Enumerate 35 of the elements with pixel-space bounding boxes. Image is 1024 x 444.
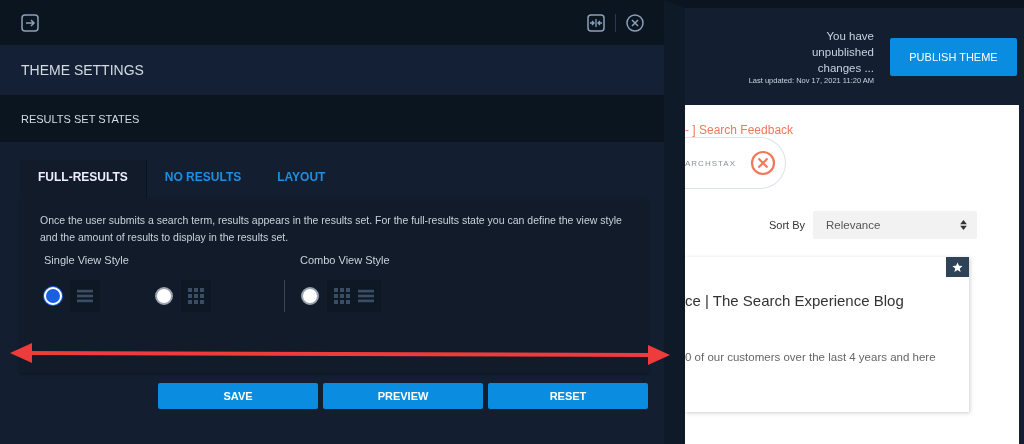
- sort-select[interactable]: Relevance: [813, 211, 977, 239]
- tab[interactable]: FULL-RESULTS: [20, 160, 147, 198]
- star-icon: [952, 261, 963, 273]
- view-style-tile[interactable]: [181, 280, 211, 312]
- collapse-icon[interactable]: [587, 13, 605, 32]
- list-icon: [358, 288, 374, 304]
- logo-text: ARCHSTAX: [685, 158, 736, 168]
- view-style-tile[interactable]: [327, 280, 381, 312]
- panel-title: THEME SETTINGS: [21, 62, 144, 78]
- radio-button[interactable]: [301, 287, 319, 305]
- action-button[interactable]: RESET: [488, 383, 648, 409]
- action-button[interactable]: SAVE: [158, 383, 318, 409]
- radio-button[interactable]: [155, 287, 173, 305]
- action-button[interactable]: PREVIEW: [323, 383, 483, 409]
- sign-in-icon[interactable]: [21, 13, 39, 32]
- publish-button[interactable]: PUBLISH THEME: [890, 37, 1017, 76]
- result-title[interactable]: ce | The Search Experience Blog: [685, 292, 969, 309]
- close-icon[interactable]: [626, 13, 644, 32]
- grid-icon: [188, 288, 204, 304]
- feedback-link[interactable]: - ] Search Feedback: [685, 123, 1019, 137]
- section-title: RESULTS SET STATES: [21, 112, 140, 125]
- unpublished-status: You have unpublished changes ...: [810, 29, 874, 76]
- list-icon: [77, 288, 93, 304]
- clear-icon[interactable]: [749, 150, 776, 176]
- group-label: Combo View Style: [300, 254, 391, 266]
- tab[interactable]: NO RESULTS: [146, 160, 260, 198]
- favorite-button[interactable]: [946, 257, 969, 277]
- description: Once the user submits a search term, results appears in the results set. For the full-results state you can define the view style and the amount of results to display in the results set.: [40, 213, 623, 245]
- sort-label: Sort By: [768, 219, 805, 231]
- result-snippet: 0 of our customers over the last 4 years and here: [685, 351, 937, 363]
- sort-caret-icon: [960, 220, 967, 230]
- group-label: Single View Style: [44, 254, 130, 266]
- grid-icon: [334, 288, 350, 304]
- view-style-tile[interactable]: [70, 280, 100, 312]
- tab[interactable]: LAYOUT: [259, 160, 344, 198]
